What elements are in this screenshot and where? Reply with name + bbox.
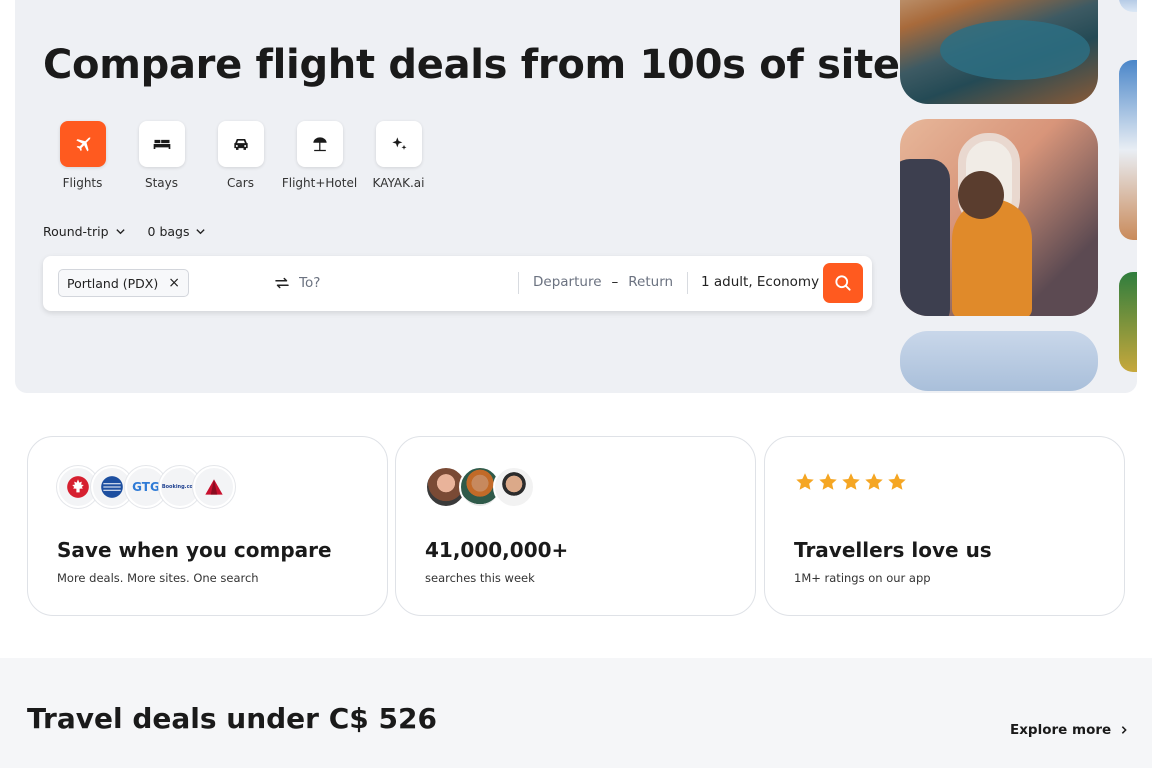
date-dash: – — [611, 274, 619, 290]
chevron-down-icon — [115, 229, 125, 235]
category-label: Stays — [144, 176, 179, 190]
user-avatars — [425, 466, 535, 508]
swap-icon[interactable] — [273, 274, 291, 292]
chevron-down-icon — [196, 229, 206, 235]
sparkle-icon — [391, 137, 406, 150]
divider — [687, 272, 688, 294]
search-icon — [835, 275, 851, 291]
car-icon — [233, 139, 248, 150]
bed-icon — [153, 139, 170, 149]
beach-umbrella-icon — [312, 137, 327, 152]
bags-label: 0 bags — [147, 224, 190, 239]
close-icon[interactable]: × — [168, 275, 180, 291]
category-stays[interactable]: Stays — [122, 121, 201, 190]
origin-label: Portland (PDX) — [67, 275, 159, 291]
card-title: Travellers love us — [794, 538, 992, 562]
card-title: Save when you compare — [57, 538, 332, 562]
divider — [518, 272, 519, 294]
partner-logos: GTG Booking.com — [57, 466, 235, 508]
star-icon — [796, 473, 814, 490]
hero-photo-edge — [1119, 60, 1137, 240]
category-label: KAYAK.ai — [372, 176, 425, 190]
travel-deals-section: Travel deals under C$ 526 Explore more — [0, 658, 1152, 768]
category-label: Flight+Hotel — [281, 176, 358, 190]
departure-field[interactable]: Departure — [533, 274, 602, 290]
category-cars[interactable]: Cars — [201, 121, 280, 190]
star-icon — [819, 473, 837, 490]
return-field[interactable]: Return — [628, 274, 673, 290]
destination-input[interactable] — [299, 271, 509, 295]
card-subtitle: searches this week — [425, 571, 535, 585]
star-icon — [865, 473, 883, 490]
card-subtitle: 1M+ ratings on our app — [794, 571, 931, 585]
hero-photo-child-window — [900, 119, 1098, 316]
category-flights[interactable]: Flights — [43, 121, 122, 190]
hero-photo-edge — [1119, 0, 1137, 12]
hero-photo-sky — [900, 331, 1098, 391]
explore-more-label: Explore more — [1010, 722, 1112, 738]
plane-icon — [75, 137, 90, 152]
bags-dropdown[interactable]: 0 bags — [148, 224, 207, 239]
card-title: 41,000,000+ — [425, 538, 569, 562]
card-subtitle: More deals. More sites. One search — [57, 571, 259, 585]
feature-card-compare: GTG Booking.com Save when you compare Mo… — [27, 436, 388, 616]
category-nav: Flights Stays Cars Flight+Hotel KAYAK.ai — [43, 121, 438, 190]
hero-photo-edge — [1119, 272, 1137, 372]
passengers-selector[interactable]: 1 adult, Economy — [701, 274, 819, 290]
page-title: Compare flight deals from 100s of sites. — [43, 42, 938, 88]
rating-stars — [794, 471, 908, 493]
star-icon — [888, 473, 906, 490]
chevron-right-icon — [1121, 726, 1127, 734]
category-flight-hotel[interactable]: Flight+Hotel — [280, 121, 359, 190]
star-icon — [842, 473, 860, 490]
feature-card-searches: 41,000,000+ searches this week — [395, 436, 756, 616]
feature-card-ratings: Travellers love us 1M+ ratings on our ap… — [764, 436, 1125, 616]
flight-search-form: Portland (PDX) × Departure – Return 1 ad… — [43, 256, 872, 311]
section-title: Travel deals under C$ 526 — [27, 702, 437, 735]
hero-photo-airplane-wing — [900, 0, 1098, 104]
category-kayak-ai[interactable]: KAYAK.ai — [359, 121, 438, 190]
trip-type-dropdown[interactable]: Round-trip — [43, 224, 126, 239]
category-label: Cars — [227, 176, 254, 190]
hero-section: Compare flight deals from 100s of sites.… — [15, 0, 1137, 393]
search-button[interactable] — [823, 263, 863, 303]
category-label: Flights — [62, 176, 103, 190]
trip-options: Round-trip 0 bags — [43, 224, 206, 239]
date-picker[interactable]: Departure – Return — [533, 274, 673, 290]
avatar — [493, 466, 535, 508]
delta-logo — [193, 466, 235, 508]
trip-type-label: Round-trip — [43, 224, 109, 239]
explore-more-link[interactable]: Explore more — [1010, 722, 1129, 738]
origin-chip[interactable]: Portland (PDX) × — [58, 269, 189, 297]
